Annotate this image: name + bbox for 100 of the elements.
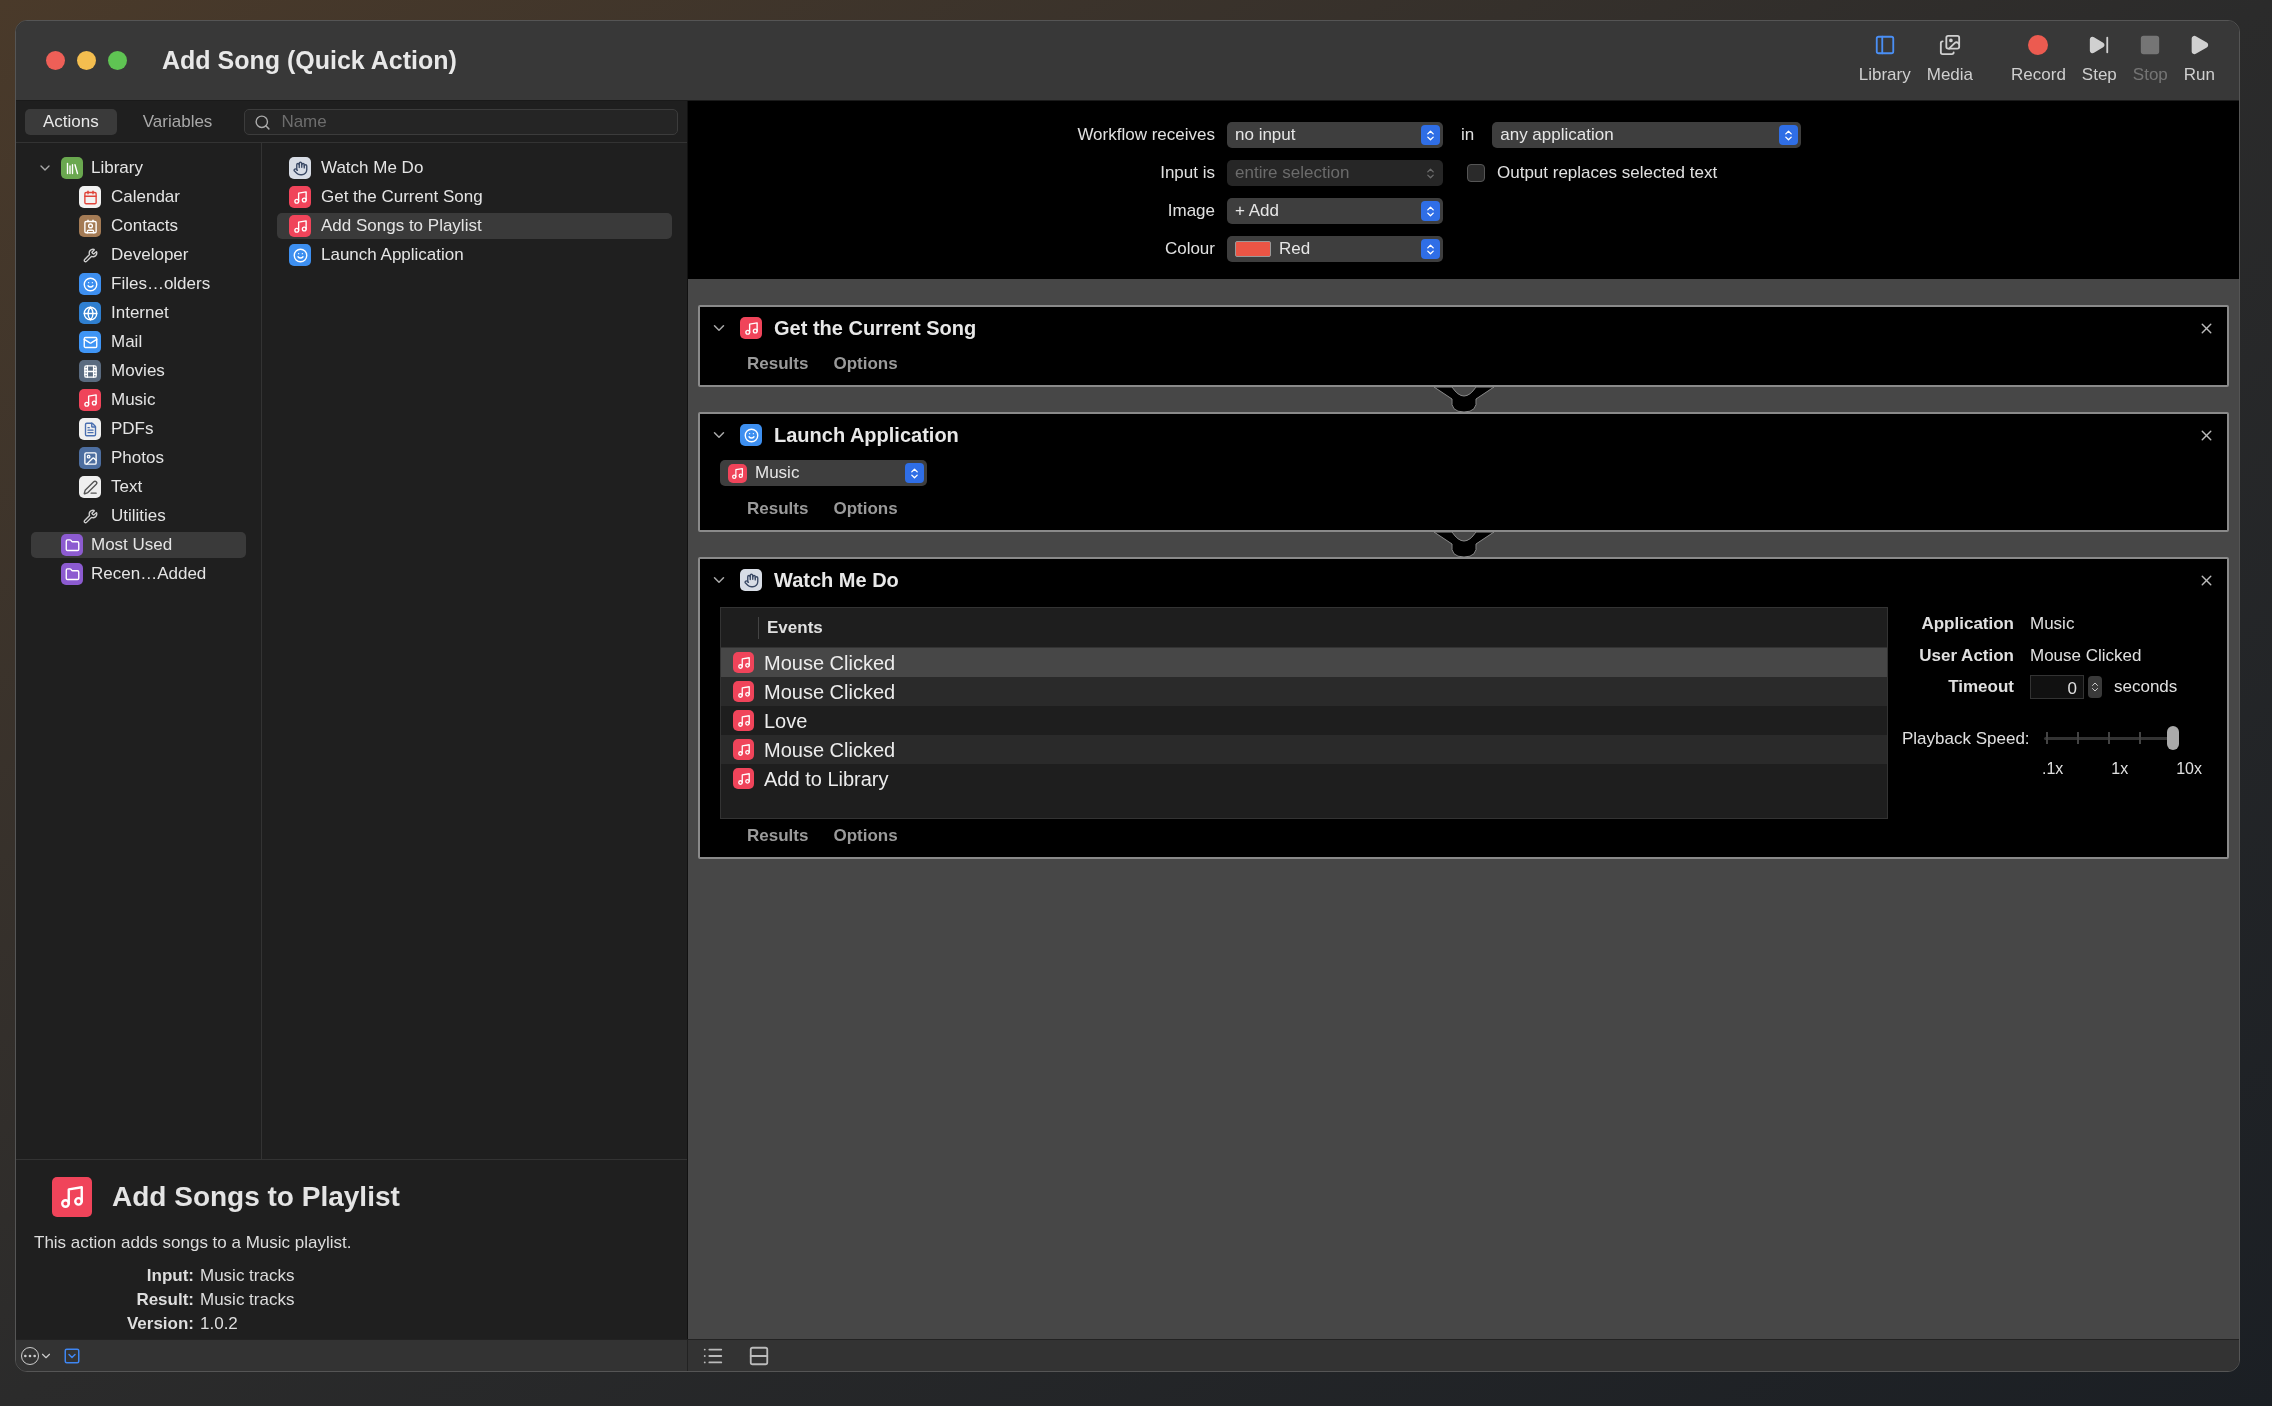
slider-thumb[interactable] <box>2166 726 2179 751</box>
library-category[interactable]: Photos <box>31 445 246 471</box>
library-category[interactable]: Utilities <box>31 503 246 529</box>
app-select[interactable]: Music <box>720 460 927 486</box>
photo-icon <box>79 447 101 469</box>
smiling-face-icon <box>289 244 311 266</box>
image-select[interactable]: + Add <box>1227 198 1443 224</box>
photos-icon <box>1938 33 1961 56</box>
field-label: Version: <box>125 1312 194 1335</box>
detail-label: Timeout <box>1947 676 2014 698</box>
stepper-icon <box>905 463 924 483</box>
detail-value: Music <box>2030 613 2076 635</box>
output-replaces-checkbox[interactable] <box>1467 164 1485 182</box>
checkbox-label: Output replaces selected text <box>1497 162 1718 185</box>
record-icon <box>2028 34 2049 55</box>
toolbar-button[interactable]: Media <box>1920 33 1980 88</box>
library-category[interactable]: Files…olders <box>31 271 246 297</box>
toolbar-button[interactable]: Library <box>1852 33 1917 88</box>
toolbar-button[interactable]: Record <box>2005 33 2072 88</box>
slider-label: Playback Speed: <box>1902 727 2030 750</box>
library-tab[interactable]: Variables <box>124 108 231 135</box>
detail-label: Application <box>1920 613 2014 635</box>
action-item[interactable]: Launch Application <box>277 242 672 268</box>
event-row[interactable]: Mouse Clicked <box>721 648 1887 677</box>
smiling-face-icon <box>79 273 101 295</box>
stop-icon <box>2139 33 2162 56</box>
field-value: Music tracks <box>200 1264 296 1287</box>
toolbar-button[interactable]: Step <box>2075 33 2123 88</box>
envelope-icon <box>79 331 101 353</box>
tick-label: 10x <box>2176 759 2202 779</box>
books-icon <box>61 157 83 179</box>
block-view-icon[interactable] <box>748 1344 770 1367</box>
library-category[interactable]: Contacts <box>31 213 246 239</box>
event-row[interactable]: Mouse Clicked <box>721 735 1887 764</box>
field-label: Result: <box>135 1288 194 1311</box>
timeout-field[interactable]: 0 <box>2030 674 2084 699</box>
music-note-icon <box>733 652 754 673</box>
input-type-select[interactable]: no input <box>1227 122 1443 148</box>
action-title: Get the Current Song <box>774 316 978 341</box>
music-note-icon <box>733 739 754 760</box>
column-header: Events <box>766 616 823 639</box>
music-note-icon <box>733 710 754 731</box>
action-item[interactable]: Watch Me Do <box>277 155 672 181</box>
library-category[interactable]: Recen…Added <box>31 561 246 587</box>
library-category[interactable]: Calendar <box>31 184 246 210</box>
description-title: Add Songs to Playlist <box>112 1180 400 1214</box>
library-category[interactable]: Mail <box>31 329 246 355</box>
library-category[interactable]: PDFs <box>31 416 246 442</box>
block-tab[interactable]: Options <box>833 351 898 377</box>
description-toggle-icon[interactable] <box>63 1346 81 1365</box>
toolbar-button[interactable]: Run <box>2177 33 2221 88</box>
application-select[interactable]: any application <box>1492 122 1802 148</box>
music-note-icon <box>289 186 311 208</box>
action-title: Launch Application <box>774 423 960 448</box>
field-label: Colour <box>1163 238 1215 261</box>
library-category[interactable]: Library <box>31 155 246 181</box>
minimize-window-icon[interactable] <box>77 51 96 70</box>
block-tab[interactable]: Results <box>747 823 809 849</box>
field-label: Input is <box>1159 162 1215 185</box>
window-title: Add Song (Quick Action) <box>162 44 458 76</box>
stepper-icon[interactable] <box>2088 675 2102 698</box>
library-category[interactable]: Movies <box>31 358 246 384</box>
tick-label: 1x <box>2111 759 2129 779</box>
document-icon <box>79 418 101 440</box>
notepad-icon <box>79 476 101 498</box>
stepper-icon <box>1421 125 1440 145</box>
folder-icon <box>61 534 83 556</box>
block-tab[interactable]: Options <box>833 823 898 849</box>
music-note-icon <box>289 215 311 237</box>
music-note-icon <box>728 463 747 483</box>
library-category[interactable]: Most Used <box>31 532 246 558</box>
block-tab[interactable]: Options <box>833 496 898 522</box>
block-tab[interactable]: Results <box>747 351 809 377</box>
music-note-icon <box>733 768 754 789</box>
film-icon <box>79 360 101 382</box>
field-label: Workflow receives <box>1076 124 1215 147</box>
music-note-icon <box>740 317 762 339</box>
action-item[interactable]: Add Songs to Playlist <box>277 213 672 239</box>
action-item[interactable]: Get the Current Song <box>277 184 672 210</box>
library-category[interactable]: Developer <box>31 242 246 268</box>
playback-speed-slider[interactable] <box>2043 726 2179 751</box>
calendar-icon <box>79 186 101 208</box>
library-tab[interactable]: Actions <box>25 108 117 135</box>
search-field[interactable]: Name <box>244 108 678 135</box>
contact-card-icon <box>79 215 101 237</box>
detail-value: Mouse Clicked <box>2030 644 2143 667</box>
sidebar-icon <box>1873 33 1896 56</box>
colour-select[interactable]: Red <box>1227 236 1443 262</box>
stepper-icon <box>1421 239 1440 259</box>
library-category[interactable]: Text <box>31 474 246 500</box>
library-category[interactable]: Internet <box>31 300 246 326</box>
library-category[interactable]: Music <box>31 387 246 413</box>
zoom-window-icon[interactable] <box>108 51 127 70</box>
stepper-icon <box>1421 201 1440 221</box>
event-row[interactable]: Mouse Clicked <box>721 677 1887 706</box>
unit-label: seconds <box>2114 676 2178 698</box>
description-text: This action adds songs to a Music playlist. <box>34 1232 353 1254</box>
block-tab[interactable]: Results <box>747 496 809 522</box>
close-window-icon[interactable] <box>46 51 65 70</box>
music-note-icon <box>52 1177 92 1217</box>
